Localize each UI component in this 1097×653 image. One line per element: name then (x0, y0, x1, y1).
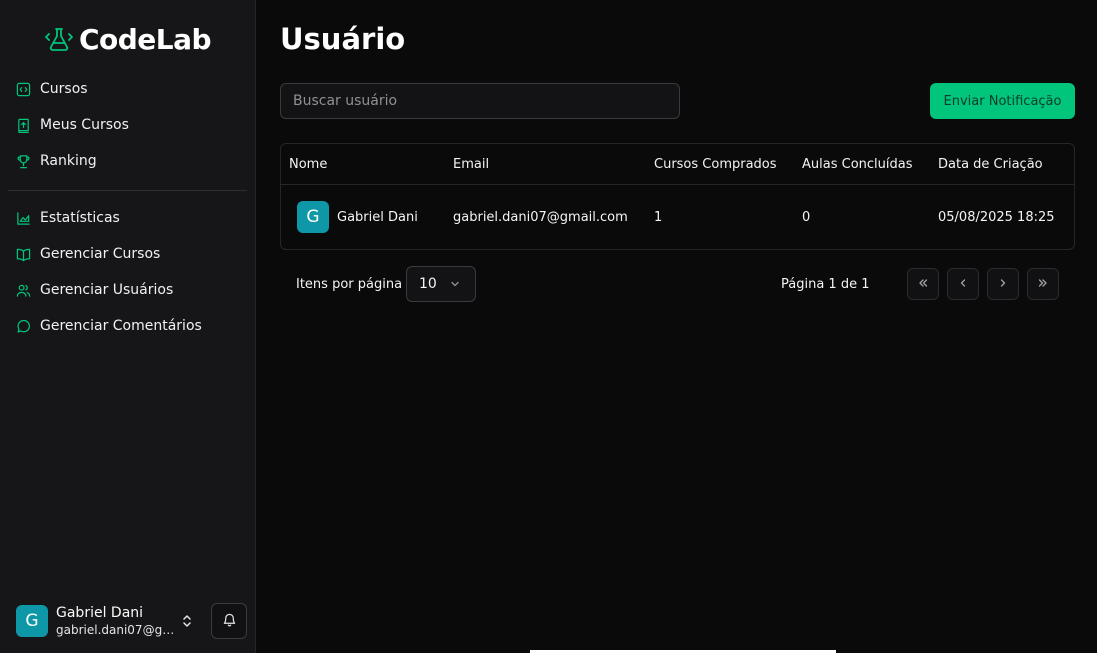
sidebar-item-gerenciar-comentarios[interactable]: Gerenciar Comentários (8, 308, 248, 344)
bell-icon (222, 612, 237, 631)
notifications-button[interactable] (211, 603, 247, 639)
user-menu[interactable]: G Gabriel Dani gabriel.dani07@gm... (16, 603, 247, 639)
avatar: G (297, 201, 329, 233)
user-name: Gabriel Dani (56, 604, 144, 621)
chevron-left-icon (956, 275, 970, 294)
table-row[interactable]: G Gabriel Dani gabriel.dani07@gmail.com … (281, 185, 1074, 249)
book-upload-icon (16, 118, 31, 133)
sidebar-item-label: Meus Cursos (40, 117, 129, 133)
sidebar: CodeLab Cursos Meus Cursos Ranking Estat… (0, 0, 256, 653)
book-open-icon (16, 247, 31, 262)
nav-admin: Estatísticas Gerenciar Cursos Gerenciar … (8, 200, 248, 344)
sidebar-item-meus-cursos[interactable]: Meus Cursos (8, 107, 248, 143)
user-info: Gabriel Dani gabriel.dani07@gm... (56, 605, 176, 638)
cell-lessons: 0 (802, 209, 811, 225)
trophy-icon (16, 154, 31, 169)
sidebar-item-gerenciar-usuarios[interactable]: Gerenciar Usuários (8, 272, 248, 308)
app-root: CodeLab Cursos Meus Cursos Ranking Estat… (0, 0, 1097, 653)
per-page-value: 10 (419, 276, 437, 292)
chevrons-up-down-icon[interactable] (179, 613, 195, 629)
sidebar-item-estatisticas[interactable]: Estatísticas (8, 200, 248, 236)
next-page-button[interactable] (987, 268, 1019, 300)
sidebar-item-label: Estatísticas (40, 210, 120, 226)
sidebar-item-label: Gerenciar Cursos (40, 246, 161, 262)
users-icon (16, 283, 31, 298)
per-page-label: Itens por página (296, 276, 403, 292)
nav-divider (8, 190, 247, 191)
logo[interactable]: CodeLab (0, 22, 256, 56)
sidebar-item-gerenciar-cursos[interactable]: Gerenciar Cursos (8, 236, 248, 272)
per-page-select[interactable]: 10 (406, 266, 476, 302)
pagination: Itens por página 10 Página 1 de 1 (296, 266, 1059, 302)
send-notification-button[interactable]: Enviar Notificação (930, 83, 1075, 119)
search-input[interactable] (280, 83, 680, 119)
user-email: gabriel.dani07@gm... (56, 622, 176, 637)
nav-primary: Cursos Meus Cursos Ranking (8, 71, 248, 179)
logo-text: CodeLab (78, 22, 212, 56)
chevrons-left-icon (916, 275, 930, 294)
sidebar-item-label: Cursos (40, 81, 88, 97)
sidebar-item-label: Gerenciar Comentários (40, 318, 202, 334)
first-page-button[interactable] (907, 268, 939, 300)
users-table: Nome Email Cursos Comprados Aulas Conclu… (280, 143, 1075, 250)
previous-page-button[interactable] (947, 268, 979, 300)
sidebar-item-label: Gerenciar Usuários (40, 282, 174, 298)
chevron-down-icon (449, 278, 461, 290)
chevron-right-icon (996, 275, 1010, 294)
flask-code-icon (45, 25, 73, 53)
column-header-email[interactable]: Email (453, 144, 489, 184)
cell-courses: 1 (654, 209, 663, 225)
cell-name: G Gabriel Dani (297, 185, 418, 249)
page-info: Página 1 de 1 (781, 276, 870, 292)
cell-created: 05/08/2025 18:25 (938, 209, 1055, 225)
cell-email: gabriel.dani07@gmail.com (453, 209, 628, 225)
avatar: G (16, 605, 48, 637)
column-header-created[interactable]: Data de Criação (938, 144, 1043, 184)
sidebar-item-cursos[interactable]: Cursos (8, 71, 248, 107)
last-page-button[interactable] (1027, 268, 1059, 300)
column-header-lessons[interactable]: Aulas Concluídas (802, 144, 913, 184)
chevrons-right-icon (1036, 275, 1050, 294)
user-name: Gabriel Dani (337, 209, 418, 225)
sidebar-item-ranking[interactable]: Ranking (8, 143, 248, 179)
table-header: Nome Email Cursos Comprados Aulas Conclu… (281, 144, 1074, 185)
code-square-icon (16, 82, 31, 97)
column-header-name[interactable]: Nome (289, 144, 327, 184)
sidebar-item-label: Ranking (40, 153, 97, 169)
message-circle-icon (16, 319, 31, 334)
column-header-courses[interactable]: Cursos Comprados (654, 144, 777, 184)
page-title: Usuário (280, 22, 406, 56)
chart-area-icon (16, 211, 31, 226)
